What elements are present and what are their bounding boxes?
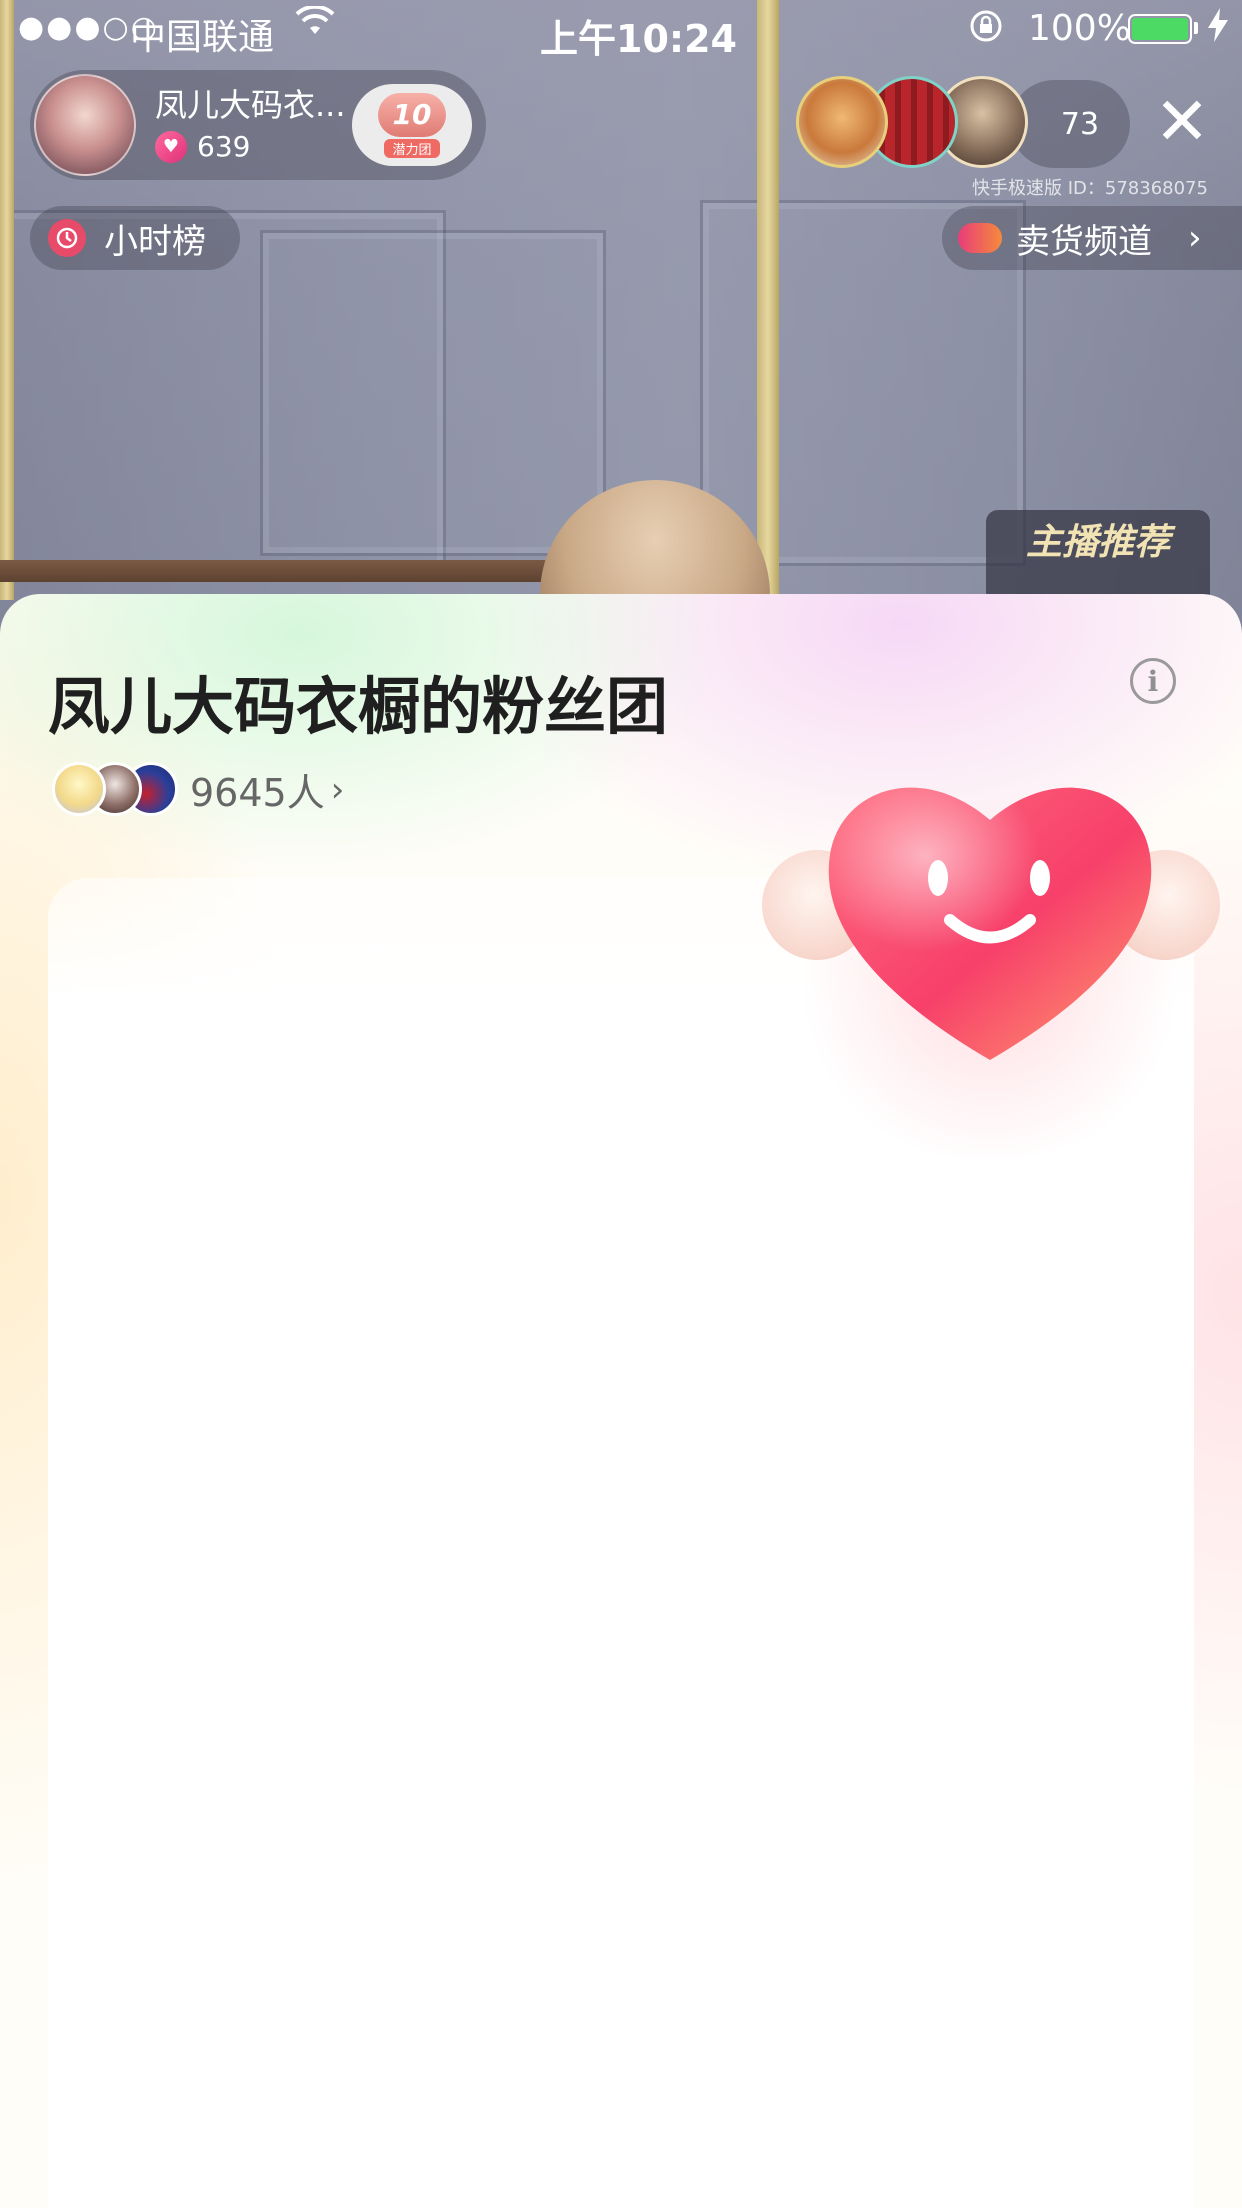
status-time: 上午10:24 [540,17,737,61]
chevron-right-icon: › [1188,218,1202,258]
app-id-label: 快手极速版 ID：578368075 [972,178,1208,199]
live-room-screen: ●●●○○ 中国联通 上午10:24 100% 凤儿大码衣... ♥ 639 1… [0,0,1242,2208]
shelf [0,560,560,582]
fan-level-label: 潜力团 [384,138,440,158]
streamer-likes-count: 639 [197,130,251,163]
member-count-link[interactable]: 9645人 › [190,762,344,817]
wifi-icon [295,4,335,46]
streamer-likes: ♥ 639 [155,130,250,163]
curtain-pole [757,0,779,600]
battery-icon [1128,14,1192,44]
battery-percent: 100% [1028,8,1131,49]
battery-nub [1194,22,1198,34]
hour-rank-button[interactable]: 小时榜 [30,206,240,270]
streamer-avatar[interactable] [34,74,136,176]
curtain-pole [0,0,14,600]
bolt-icon [1208,8,1228,50]
member-avatar [52,762,106,816]
heart-icon: ♥ [155,130,187,163]
streamer-info-chip[interactable]: 凤儿大码衣... ♥ 639 10 潜力团 [30,70,486,180]
sell-channel-button[interactable]: 卖货频道 › [942,206,1242,270]
fan-level-number: 10 [378,92,446,137]
clock-icon [48,219,86,257]
carrier-name: 中国联通 [130,17,275,58]
status-bar: ●●●○○ 中国联通 上午10:24 100% [0,0,1242,62]
hour-rank-label: 小时榜 [104,221,206,262]
sheet-title: 凤儿大码衣橱的粉丝团 [48,670,669,743]
member-avatars[interactable] [52,762,182,818]
sell-channel-label: 卖货频道 [1016,221,1152,262]
viewer-count[interactable]: 73 [1010,80,1130,168]
fan-club-sheet: 凤儿大码衣橱的粉丝团 i 9645人 › [0,594,1242,2208]
viewer-avatar-cat[interactable] [796,76,888,168]
streamer-name: 凤儿大码衣... [155,86,346,124]
heart-icon [828,787,1152,1060]
anchor-recommend-tab[interactable]: 主播推荐 [986,510,1210,600]
close-icon[interactable]: ✕ [1152,89,1212,155]
info-icon[interactable]: i [1130,658,1176,704]
winged-heart-mascot-icon [746,760,1236,1180]
rotation-lock-icon [968,8,1004,53]
fan-club-badge[interactable]: 10 潜力团 [352,84,472,166]
wall-panel [260,230,606,556]
chevron-right-icon: › [330,769,345,810]
channel-icon [958,223,1002,253]
member-count: 9645人 [190,771,325,815]
